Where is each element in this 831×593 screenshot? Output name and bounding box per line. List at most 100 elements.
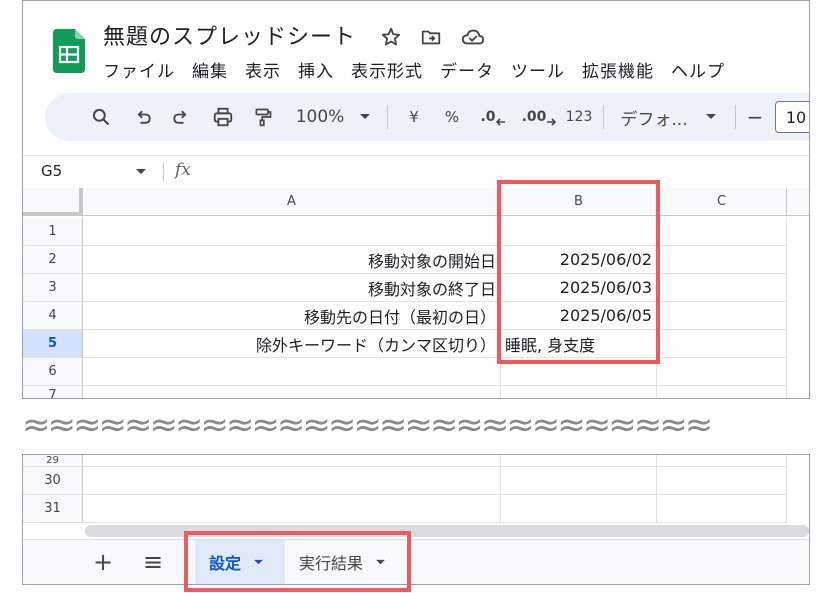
column-header-b[interactable]: B	[501, 188, 657, 216]
paint-format-icon[interactable]	[245, 93, 281, 141]
menu-view[interactable]: 表示	[245, 57, 281, 82]
print-icon[interactable]	[205, 93, 241, 141]
row-header-31[interactable]: 31	[23, 495, 83, 523]
name-box-dropdown-icon[interactable]	[135, 168, 147, 176]
row-header-6[interactable]: 6	[23, 358, 83, 386]
cell-c5[interactable]	[657, 330, 787, 358]
cell-a31[interactable]	[83, 495, 501, 523]
font-value: デフォ...	[620, 109, 688, 130]
formula-divider	[163, 162, 164, 182]
row-header-2[interactable]: 2	[23, 246, 83, 274]
row-header-29[interactable]: 29	[23, 455, 83, 467]
sheet-tab-settings-label: 設定	[209, 554, 242, 573]
zoom-select[interactable]: 100%	[287, 93, 353, 141]
row-header-4[interactable]: 4	[23, 302, 83, 330]
menu-data[interactable]: データ	[440, 57, 494, 82]
row-header-1[interactable]: 1	[23, 218, 83, 246]
tab-dropdown-icon[interactable]	[253, 559, 264, 566]
menu-insert[interactable]: 挿入	[298, 57, 334, 82]
font-dropdown-icon[interactable]	[701, 93, 721, 141]
cell-b6[interactable]	[501, 358, 657, 386]
cell-c30[interactable]	[657, 467, 787, 495]
sheet-tab-results-label: 実行結果	[299, 554, 364, 573]
horizontal-scrollbar[interactable]	[85, 525, 809, 537]
percent-format-button[interactable]: %	[437, 93, 467, 141]
cell-b30[interactable]	[501, 467, 657, 495]
menu-help[interactable]: ヘルプ	[671, 57, 725, 82]
cell-c6[interactable]	[657, 358, 787, 386]
cell-a4[interactable]: 移動先の日付（最初の日）	[83, 302, 501, 330]
menu-tools[interactable]: ツール	[511, 57, 565, 82]
spreadsheet-window-top: 無題のスプレッドシート ファイル 編集 表示 挿入 表示形式 データ ツール 拡…	[22, 0, 810, 399]
font-size-input[interactable]: 10	[775, 101, 809, 133]
decrease-decimal-button[interactable]: .0	[475, 93, 511, 141]
row-header-30[interactable]: 30	[23, 467, 83, 495]
cell-b29[interactable]	[501, 455, 657, 467]
cell-a3[interactable]: 移動対象の終了日	[83, 274, 501, 302]
star-icon[interactable]	[379, 25, 403, 49]
cloud-saved-icon[interactable]	[461, 25, 485, 49]
column-header-d[interactable]	[787, 188, 809, 216]
decrease-font-size-button[interactable]: −	[743, 93, 767, 141]
cell-b5[interactable]: 睡眠, 身支度	[501, 330, 657, 358]
document-title[interactable]: 無題のスプレッドシート	[103, 19, 356, 51]
currency-format-button[interactable]: ¥	[399, 93, 429, 141]
menu-edit[interactable]: 編集	[192, 57, 228, 82]
cell-a7[interactable]	[83, 386, 501, 398]
name-box[interactable]: G5	[41, 162, 62, 180]
cell-b2[interactable]: 2025/06/02	[501, 246, 657, 274]
cell-a5[interactable]: 除外キーワード（カンマ区切り）	[83, 330, 501, 358]
column-header-c[interactable]: C	[657, 188, 787, 216]
currency-label: ¥	[409, 108, 419, 126]
cell-c1[interactable]	[657, 218, 787, 246]
toolbar-divider	[387, 105, 388, 129]
font-select[interactable]: デフォ...	[613, 93, 695, 141]
cell-a6[interactable]	[83, 358, 501, 386]
redo-icon[interactable]	[163, 93, 199, 141]
sheet-tab-results[interactable]: 実行結果	[285, 540, 405, 584]
cell-a2[interactable]: 移動対象の開始日	[83, 246, 501, 274]
cell-c7[interactable]	[657, 386, 787, 398]
row-header-7[interactable]: 7	[23, 386, 83, 398]
menu-extensions[interactable]: 拡張機能	[582, 57, 654, 82]
increase-decimal-button[interactable]: .00	[519, 93, 559, 141]
zoom-dropdown-icon[interactable]	[355, 93, 375, 141]
tab-dropdown-icon[interactable]	[375, 559, 386, 566]
cell-c4[interactable]	[657, 302, 787, 330]
minus-label: −	[746, 105, 764, 129]
increase-decimal-label: .00	[521, 109, 547, 125]
cell-c29[interactable]	[657, 455, 787, 467]
toolbar-divider	[603, 105, 604, 129]
cell-b31[interactable]	[501, 495, 657, 523]
spreadsheet-window-bottom: 29 30 31 + ≡ 設定 実行結果	[22, 454, 810, 585]
cell-c3[interactable]	[657, 274, 787, 302]
column-header-a[interactable]: A	[83, 188, 501, 216]
menu-file[interactable]: ファイル	[103, 57, 175, 82]
cell-c2[interactable]	[657, 246, 787, 274]
add-sheet-button[interactable]: +	[87, 546, 119, 578]
sheet-tab-settings[interactable]: 設定	[195, 540, 285, 584]
select-all-corner[interactable]	[23, 188, 83, 216]
all-sheets-menu-button[interactable]: ≡	[137, 546, 169, 578]
cell-b1[interactable]	[501, 218, 657, 246]
cell-b4[interactable]: 2025/06/05	[501, 302, 657, 330]
cell-a29[interactable]	[83, 455, 501, 467]
cell-a30[interactable]	[83, 467, 501, 495]
search-menus-icon[interactable]	[81, 93, 121, 141]
zoom-value: 100%	[295, 107, 345, 127]
decrease-decimal-label: .0	[480, 109, 496, 125]
number-format-button[interactable]: 123	[561, 93, 597, 141]
menu-format[interactable]: 表示形式	[351, 57, 423, 82]
sheet-tab-bar: + ≡ 設定 実行結果	[23, 539, 809, 584]
undo-icon[interactable]	[125, 93, 161, 141]
row-header-3[interactable]: 3	[23, 274, 83, 302]
row-header-5[interactable]: 5	[23, 330, 83, 358]
menu-bar: ファイル 編集 表示 挿入 表示形式 データ ツール 拡張機能 ヘルプ	[103, 57, 742, 82]
cell-c31[interactable]	[657, 495, 787, 523]
formula-bar: G5 fx	[23, 155, 809, 189]
sheets-logo-icon[interactable]	[53, 29, 85, 73]
cell-b7[interactable]	[501, 386, 657, 398]
move-to-folder-icon[interactable]	[419, 25, 443, 49]
cell-b3[interactable]: 2025/06/03	[501, 274, 657, 302]
cell-a1[interactable]	[83, 218, 501, 246]
